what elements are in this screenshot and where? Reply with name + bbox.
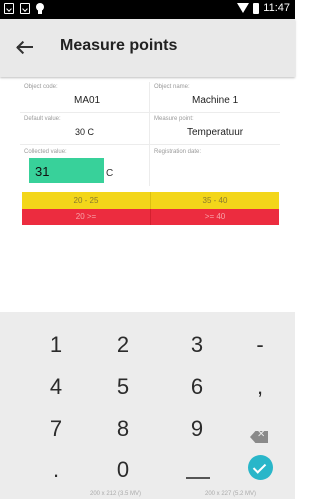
status-right: 11:47 [237,2,290,14]
screenshot-icon [4,3,14,14]
key-dot[interactable]: . [26,450,86,490]
app-bar: Measure points [0,19,295,77]
object-code-field: Object code: MA01 [24,84,146,110]
battery-icon [253,2,260,14]
done-check-icon[interactable] [248,455,273,480]
object-code-value: MA01 [74,95,101,106]
key-comma[interactable]: , [230,367,290,407]
key-3[interactable]: 3 [167,325,227,365]
key-2[interactable]: 2 [93,325,153,365]
bottom-strip-left: 200 x 212 (3.5 MV) [90,491,142,497]
registration-date-field: Registration date: [154,149,276,183]
danger-range-low: 20 >= [75,212,97,221]
measure-point-label: Measure point: [154,116,194,122]
divider [20,144,280,145]
status-time: 11:47 [263,2,290,14]
key-9[interactable]: 9 [167,409,227,449]
key-0[interactable]: 0 [93,450,153,490]
object-name-label: Object name: [154,84,190,90]
object-name-field: Object name: Machine 1 [154,84,276,110]
registration-date-label: Registration date: [154,149,202,155]
page-title: Measure points [60,37,178,54]
measure-point-value: Temperatuur [187,127,244,138]
warning-range-low: 20 - 25 [73,196,99,205]
wifi-icon [237,3,250,13]
numeric-keypad: 1 2 3 - 4 5 6 , 7 8 9 ✕ . 0 [0,312,295,499]
object-code-label: Object code: [24,84,58,90]
backspace-icon[interactable]: ✕ [250,431,268,443]
key-1[interactable]: 1 [26,325,86,365]
collected-value-input[interactable]: 31 [29,158,104,183]
column-divider [149,82,150,186]
key-7[interactable]: 7 [26,409,86,449]
danger-range-band: 20 >= >= 40 [22,209,279,225]
key-minus[interactable]: - [230,325,290,365]
key-5[interactable]: 5 [93,367,153,407]
collected-value-text: 31 [35,164,50,179]
danger-range-high: >= 40 [150,209,279,225]
divider [20,112,280,113]
status-left-icons [4,3,44,14]
screenshot-icon [20,3,30,14]
default-value-value: 30 C [75,127,95,137]
space-key[interactable] [186,477,210,479]
measure-point-field: Measure point: Temperatuur [154,116,276,142]
status-bar: 11:47 [0,0,295,19]
default-value-label: Default value: [24,116,61,122]
object-name-value: Machine 1 [192,95,239,106]
bulb-icon [36,3,44,14]
key-4[interactable]: 4 [26,367,86,407]
warning-range-band: 20 - 25 35 - 40 [22,192,279,209]
key-8[interactable]: 8 [93,409,153,449]
arrow-left-icon[interactable] [14,36,36,58]
key-6[interactable]: 6 [167,367,227,407]
default-value-field: Default value: 30 C [24,116,146,142]
warning-range-high: 35 - 40 [150,192,279,209]
collected-value-label: Collected value: [24,149,67,155]
bottom-strip: 200 x 212 (3.5 MV) 200 x 227 (5.2 MV) [0,490,295,499]
bottom-strip-right: 200 x 227 (5.2 MV) [205,491,257,497]
collected-value-unit: C [106,168,114,179]
